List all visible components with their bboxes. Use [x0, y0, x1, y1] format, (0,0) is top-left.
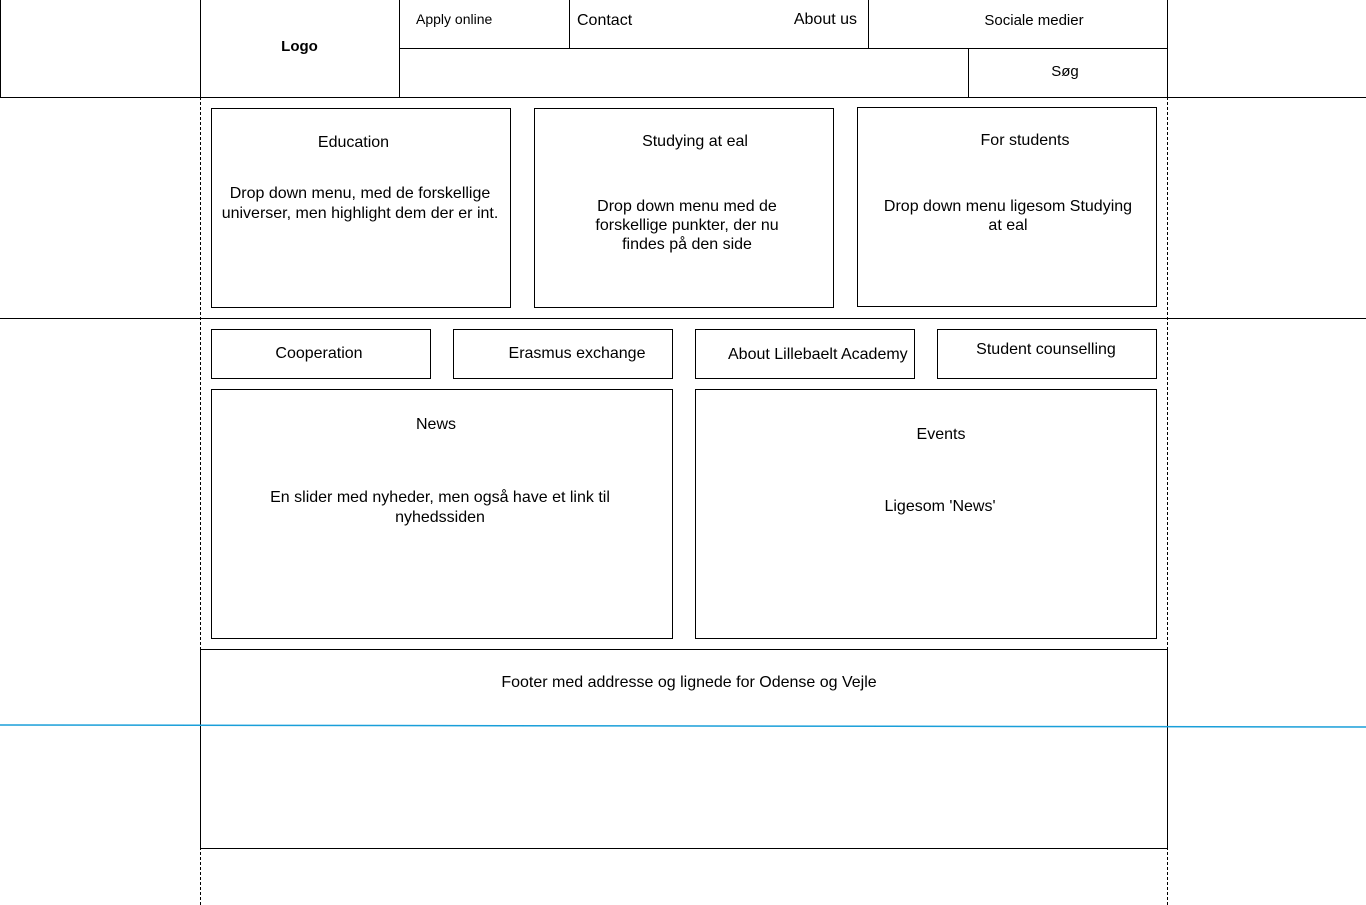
events-title: Events	[916, 426, 966, 443]
menu-studying-title: Studying at eal	[642, 133, 748, 150]
footer-right-border	[1167, 649, 1168, 849]
news-title: News	[415, 416, 456, 433]
fold-guide-line	[0, 724, 1366, 728]
cooperation-label: Cooperation	[275, 345, 363, 362]
erasmus-exchange-link[interactable]: Erasmus exchange	[453, 329, 673, 379]
logo[interactable]: Logo	[200, 37, 399, 56]
news-description: En slider med nyheder, men også have et …	[270, 489, 610, 526]
section-divider-line	[0, 318, 1366, 319]
events-description: Ligesom 'News'	[884, 498, 996, 515]
search-link[interactable]: Søg	[965, 62, 1165, 81]
cooperation-link[interactable]: Cooperation	[211, 329, 431, 379]
menu-for-students[interactable]: For students Drop down menu ligesom Stud…	[857, 107, 1157, 307]
footer: Footer med addresse og lignede for Odens…	[200, 649, 1168, 849]
events-section[interactable]: Events Ligesom 'News'	[695, 389, 1157, 639]
footer-left-border	[200, 649, 201, 849]
menu-for-students-title: For students	[980, 132, 1070, 149]
student-counselling-label: Student counselling	[976, 341, 1116, 358]
menu-education-description: Drop down menu, med de forskellige unive…	[221, 185, 499, 222]
contact-link[interactable]: Contact	[577, 11, 632, 30]
menu-education[interactable]: Education Drop down menu, med de forskel…	[211, 108, 511, 308]
about-us-link[interactable]: About us	[757, 10, 857, 29]
nav-bottom-line	[399, 48, 1168, 49]
about-lillebaelt-academy-link[interactable]: About Lillebaelt Academy	[695, 329, 915, 379]
erasmus-exchange-label: Erasmus exchange	[508, 345, 646, 362]
about-lillebaelt-academy-label: About Lillebaelt Academy	[728, 346, 908, 363]
menu-studying-at-eal[interactable]: Studying at eal Drop down menu med de fo…	[534, 108, 834, 308]
header-left-border	[0, 0, 1, 97]
student-counselling-link[interactable]: Student counselling	[937, 329, 1157, 379]
header: Logo Apply online Contact About us Socia…	[0, 0, 1366, 98]
social-media-link[interactable]: Sociale medier	[900, 11, 1168, 30]
menu-education-title: Education	[317, 134, 390, 151]
apply-online-link[interactable]: Apply online	[416, 10, 570, 29]
news-section[interactable]: News En slider med nyheder, men også hav…	[211, 389, 673, 639]
nav-divider-2	[868, 0, 869, 48]
menu-for-students-description: Drop down menu ligesom Studying at eal	[883, 198, 1133, 234]
footer-text: Footer med addresse og lignede for Odens…	[501, 674, 877, 691]
menu-studying-description: Drop down menu med de forskellige punkte…	[595, 198, 779, 253]
